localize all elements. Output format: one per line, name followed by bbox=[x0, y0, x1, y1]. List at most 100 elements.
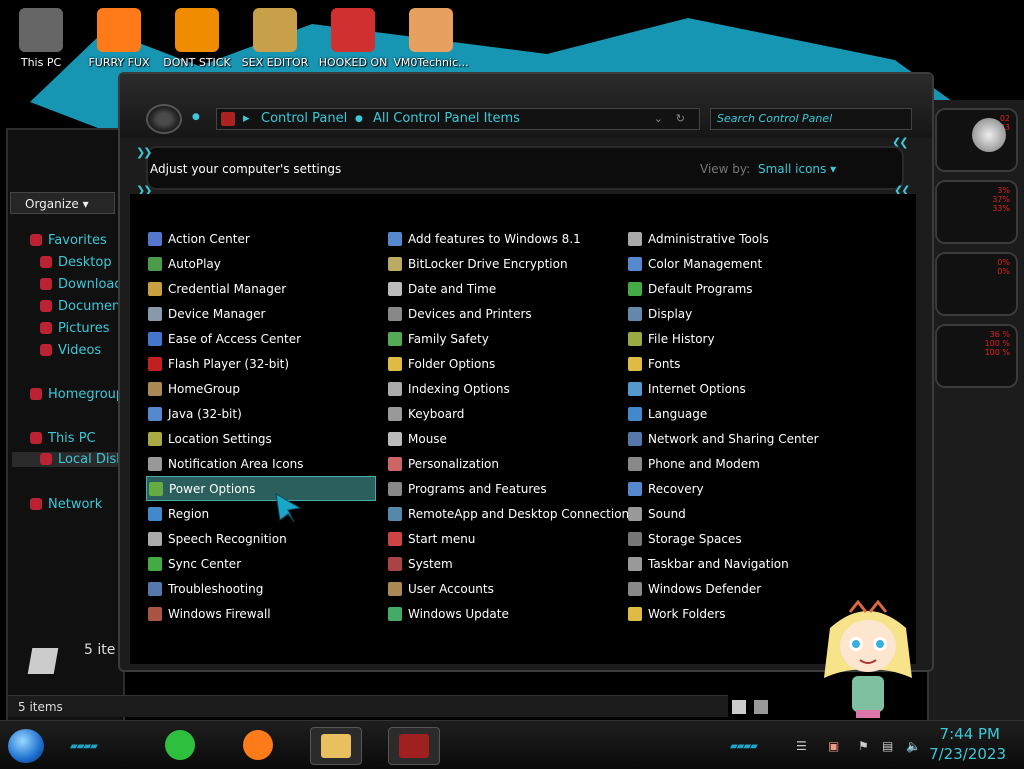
start-button[interactable] bbox=[8, 729, 44, 763]
control-panel-item[interactable]: Display bbox=[626, 301, 866, 326]
control-panel-item[interactable]: Language bbox=[626, 401, 866, 426]
nav-network[interactable]: Network bbox=[30, 497, 130, 512]
control-panel-item[interactable]: AutoPlay bbox=[146, 251, 386, 276]
control-panel-item[interactable]: Indexing Options bbox=[386, 376, 626, 401]
gadget-readout: 0% bbox=[997, 258, 1010, 267]
desktop-icon-item[interactable]: VM0Technic... bbox=[392, 6, 470, 69]
control-panel-item[interactable]: Windows Update bbox=[386, 601, 626, 626]
control-panel-item[interactable]: Programs and Features bbox=[386, 476, 626, 501]
control-panel-item[interactable]: Power Options bbox=[146, 476, 376, 501]
control-panel-item[interactable]: Network and Sharing Center bbox=[626, 426, 866, 451]
nav-favorites[interactable]: Favorites bbox=[30, 233, 130, 248]
breadcrumb-control-panel[interactable]: Control Panel bbox=[261, 109, 347, 129]
control-panel-item[interactable]: BitLocker Drive Encryption bbox=[386, 251, 626, 276]
control-panel-item[interactable]: User Accounts bbox=[386, 576, 626, 601]
address-bar[interactable]: ▸ Control Panel ● All Control Panel Item… bbox=[216, 108, 700, 130]
applet-icon bbox=[628, 306, 642, 321]
taskbar-control-panel[interactable] bbox=[388, 727, 440, 765]
control-panel-item[interactable]: Notification Area Icons bbox=[146, 451, 386, 476]
title-bar[interactable]: ● ▸ Control Panel ● All Control Panel It… bbox=[120, 74, 932, 149]
applet-icon bbox=[388, 406, 402, 421]
control-panel-item[interactable]: Taskbar and Navigation bbox=[626, 551, 866, 576]
tiles-view-icon[interactable] bbox=[754, 700, 768, 714]
control-panel-item[interactable]: Phone and Modem bbox=[626, 451, 866, 476]
items-grid: Action Center AutoPlay Credential Manager D… bbox=[130, 194, 916, 664]
control-panel-item[interactable]: Java (32-bit) bbox=[146, 401, 386, 426]
control-panel-item[interactable]: Personalization bbox=[386, 451, 626, 476]
control-panel-item[interactable]: Windows Firewall bbox=[146, 601, 386, 626]
control-panel-window[interactable]: ● ▸ Control Panel ● All Control Panel It… bbox=[118, 72, 934, 672]
nav-local-disk[interactable]: Local Disk bbox=[12, 452, 120, 467]
control-panel-item[interactable]: Add features to Windows 8.1 bbox=[386, 226, 626, 251]
control-panel-item[interactable]: Flash Player (32-bit) bbox=[146, 351, 386, 376]
control-panel-item[interactable]: File History bbox=[626, 326, 866, 351]
chevron-down-icon[interactable]: ⌄ bbox=[654, 109, 663, 129]
nav-homegroup[interactable]: Homegroup bbox=[30, 387, 130, 402]
control-panel-item[interactable]: Speech Recognition bbox=[146, 526, 386, 551]
control-panel-item[interactable]: System bbox=[386, 551, 626, 576]
action-center-flag-icon[interactable]: ⚑ bbox=[858, 739, 869, 753]
nav-label: Pictures bbox=[58, 321, 110, 336]
control-panel-item[interactable]: Keyboard bbox=[386, 401, 626, 426]
desktop-icon-item[interactable]: This PC bbox=[2, 6, 80, 69]
nav-dot-icon[interactable]: ● bbox=[192, 112, 200, 122]
breadcrumb-all-items[interactable]: All Control Panel Items bbox=[373, 109, 520, 129]
item-label: Administrative Tools bbox=[648, 231, 769, 246]
breadcrumb-separator: ▸ bbox=[243, 111, 250, 126]
control-panel-item[interactable]: Administrative Tools bbox=[626, 226, 866, 251]
background-explorer-window[interactable] bbox=[6, 128, 125, 722]
taskbar: ▰▰▰▰ ▰▰▰▰ ☰ ▣ ⚑ ▤ 🔈 7:44 PM 7/23/2023 bbox=[0, 720, 1024, 769]
tray-app-icon[interactable]: ▣ bbox=[828, 739, 839, 753]
view-by-dropdown[interactable]: Small icons ▾ bbox=[758, 162, 836, 176]
applet-icon bbox=[628, 581, 642, 596]
taskbar-firefox[interactable] bbox=[233, 727, 283, 763]
nav-this-pc[interactable]: This PC bbox=[30, 431, 130, 446]
search-input[interactable]: Search Control Panel bbox=[710, 108, 912, 130]
control-panel-item[interactable]: Start menu bbox=[386, 526, 626, 551]
network-icon[interactable]: ▤ bbox=[882, 739, 893, 753]
desktop-icon-item[interactable]: DONT STICK bbox=[158, 6, 236, 69]
control-panel-item[interactable]: Folder Options bbox=[386, 351, 626, 376]
control-panel-item[interactable]: Recovery bbox=[626, 476, 866, 501]
control-panel-item[interactable]: Sound bbox=[626, 501, 866, 526]
taskbar-file-explorer[interactable] bbox=[310, 727, 362, 765]
item-count-partial: 5 ite bbox=[84, 642, 116, 658]
desktop-icon-item[interactable]: HOOKED ON bbox=[314, 6, 392, 69]
applet-icon bbox=[148, 431, 162, 446]
control-panel-item[interactable]: Mouse bbox=[386, 426, 626, 451]
show-hidden-icons-icon[interactable]: ☰ bbox=[796, 739, 807, 753]
control-panel-item[interactable]: Credential Manager bbox=[146, 276, 386, 301]
nav-label: Homegroup bbox=[48, 387, 125, 402]
control-panel-item[interactable]: Storage Spaces bbox=[626, 526, 866, 551]
control-panel-item[interactable]: Default Programs bbox=[626, 276, 866, 301]
organize-button[interactable]: Organize ▾ bbox=[10, 192, 115, 214]
control-panel-item[interactable]: Color Management bbox=[626, 251, 866, 276]
control-panel-item[interactable]: Action Center bbox=[146, 226, 386, 251]
control-panel-item[interactable]: Sync Center bbox=[146, 551, 386, 576]
control-panel-item[interactable]: Date and Time bbox=[386, 276, 626, 301]
desktop-icon-item[interactable]: FURRY FUX bbox=[80, 6, 158, 69]
applet-icon bbox=[628, 381, 642, 396]
item-label: Display bbox=[648, 306, 693, 321]
back-forward-gear-icon[interactable] bbox=[146, 104, 182, 134]
control-panel-item[interactable]: Troubleshooting bbox=[146, 576, 386, 601]
control-panel-item[interactable]: Device Manager bbox=[146, 301, 386, 326]
taskbar-notes-app[interactable] bbox=[155, 727, 205, 763]
refresh-icon[interactable]: ↻ bbox=[676, 109, 685, 129]
desktop-icon-item[interactable]: SEX EDITOR bbox=[236, 6, 314, 69]
control-panel-item[interactable]: Family Safety bbox=[386, 326, 626, 351]
volume-icon[interactable]: 🔈 bbox=[906, 739, 921, 753]
control-panel-item[interactable]: Region bbox=[146, 501, 386, 526]
control-panel-item[interactable]: RemoteApp and Desktop Connections bbox=[386, 501, 635, 526]
documents-icon bbox=[40, 300, 52, 312]
control-panel-item[interactable]: Internet Options bbox=[626, 376, 866, 401]
control-panel-item[interactable]: Devices and Printers bbox=[386, 301, 626, 326]
control-panel-item[interactable]: Ease of Access Center bbox=[146, 326, 386, 351]
applet-icon bbox=[628, 331, 642, 346]
clock-date[interactable]: 7/23/2023 bbox=[929, 745, 1006, 763]
control-panel-item[interactable]: Fonts bbox=[626, 351, 866, 376]
control-panel-item[interactable]: HomeGroup bbox=[146, 376, 386, 401]
control-panel-item[interactable]: Location Settings bbox=[146, 426, 386, 451]
details-view-icon[interactable] bbox=[732, 700, 746, 714]
clock-time[interactable]: 7:44 PM bbox=[940, 725, 1000, 743]
